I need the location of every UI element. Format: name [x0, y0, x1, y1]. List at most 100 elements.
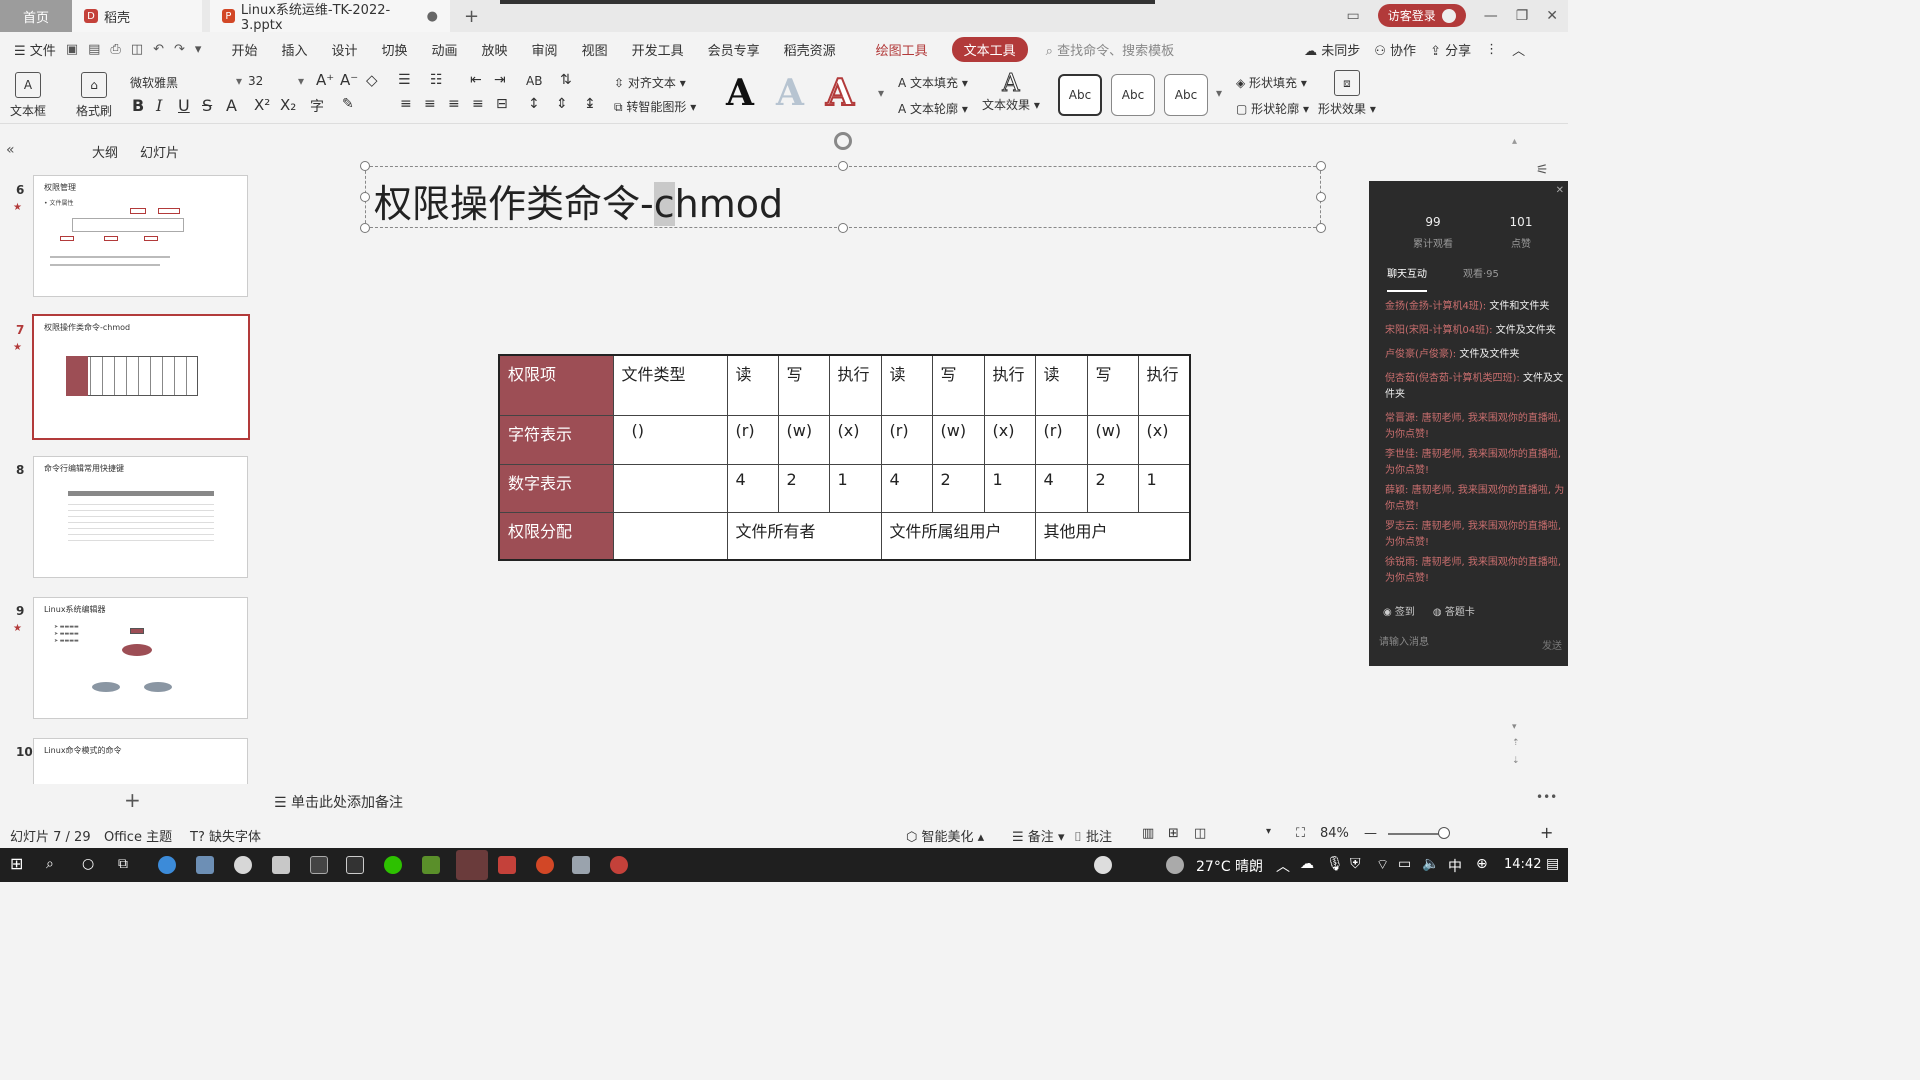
menu-view[interactable]: 视图 [582, 40, 608, 59]
menu-insert[interactable]: 插入 [281, 40, 307, 59]
text-style-black-icon[interactable]: A [726, 72, 754, 114]
table-cell[interactable]: 文件所属组用户 [880, 511, 1036, 561]
text-fill-button[interactable]: A 文本填充 ▾ [898, 74, 968, 91]
print-icon[interactable]: ⎙ [110, 42, 120, 57]
collapse-ribbon-icon[interactable]: ︿ [1512, 40, 1525, 59]
export-icon[interactable]: ▤ [88, 42, 100, 57]
window-layout-icon[interactable]: ▭ [1346, 8, 1359, 24]
tray-expand-icon[interactable]: ︿ [1276, 856, 1290, 876]
italic-icon[interactable]: I [156, 96, 162, 115]
phonetic-icon[interactable]: 字 [310, 96, 324, 116]
app-icon[interactable] [498, 856, 516, 874]
clear-format-icon[interactable]: ◇ [366, 71, 378, 89]
settings-slider-icon[interactable]: ⚟ [1536, 162, 1549, 178]
close-icon[interactable]: ✕ [1556, 185, 1564, 196]
table-cell[interactable]: 权限分配 [498, 511, 614, 561]
onedrive-icon[interactable]: ☁ [1300, 856, 1314, 872]
table-cell[interactable]: 执行 [828, 354, 882, 416]
superscript-icon[interactable]: X² [254, 96, 270, 114]
slide-thumbnail[interactable]: Linux系统编辑器 ➤ ▬▬▬▬ ➤ ▬▬▬▬ ➤ ▬▬▬▬ [33, 597, 248, 719]
smart-art-button[interactable]: ⧉ 转智能图形 ▾ [614, 98, 696, 115]
table-cell[interactable]: 1 [1137, 463, 1191, 513]
app-icon[interactable] [272, 856, 290, 874]
app-icon[interactable] [422, 856, 440, 874]
font-name-dropdown-icon[interactable]: ▾ [236, 74, 242, 88]
add-slide-icon[interactable]: + [124, 788, 141, 812]
distribute-icon[interactable]: ⊟ [496, 96, 508, 112]
format-painter-button[interactable]: ⌂ 格式刷 [76, 72, 112, 119]
align-left-icon[interactable]: ≡ [400, 96, 412, 112]
menu-slideshow[interactable]: 放映 [482, 40, 508, 59]
restore-icon[interactable]: ❐ [1516, 8, 1529, 24]
shape-style-2[interactable]: Abc [1111, 74, 1155, 116]
table-cell[interactable]: () [612, 414, 728, 465]
table-cell[interactable] [612, 511, 728, 561]
outdent-icon[interactable]: ⇤ [470, 72, 482, 88]
menu-animation[interactable]: 动画 [432, 40, 458, 59]
table-cell[interactable]: 4 [726, 463, 779, 513]
table-cell[interactable]: (w) [1086, 414, 1139, 465]
customize-icon[interactable]: ▾ [195, 42, 202, 57]
menu-file[interactable]: ☰ 文件 [14, 40, 56, 59]
table-cell[interactable]: (r) [726, 414, 779, 465]
notes-button[interactable]: ☰ 备注 ▾ [1012, 826, 1064, 845]
table-cell[interactable]: (r) [1034, 414, 1088, 465]
align-right-icon[interactable]: ≡ [448, 96, 460, 112]
table-cell[interactable]: 文件类型 [612, 354, 728, 416]
text-effect-button[interactable]: A 文本效果 ▾ [982, 70, 1040, 113]
shape-effect-button[interactable]: ⧈ 形状效果 ▾ [1318, 70, 1376, 117]
sort-icon[interactable]: ⇅ [560, 72, 572, 88]
minimize-icon[interactable]: — [1484, 8, 1498, 24]
volume-icon[interactable]: 🔈 [1422, 856, 1439, 872]
font-color-icon[interactable]: A [226, 96, 237, 115]
wps-taskbar-active[interactable] [456, 850, 488, 880]
menu-developer[interactable]: 开发工具 [632, 40, 684, 59]
table-cell[interactable]: (w) [777, 414, 830, 465]
resize-handle[interactable] [360, 161, 370, 171]
table-cell[interactable]: 写 [777, 354, 830, 416]
app-icon[interactable] [346, 856, 364, 874]
indent-icon[interactable]: ⇥ [494, 72, 506, 88]
sync-button[interactable]: ☁ 未同步 [1304, 40, 1360, 59]
scroll-down-icon[interactable]: ▾ [1512, 722, 1517, 732]
table-cell[interactable]: 读 [880, 354, 933, 416]
para-spacing-icon[interactable]: ⇕ [556, 96, 568, 112]
play-dropdown-icon[interactable]: ▾ [1266, 826, 1271, 837]
send-button[interactable]: 发送 [1542, 637, 1562, 652]
battery-icon[interactable]: ▭ [1398, 856, 1411, 872]
text-style-gray-icon[interactable]: A [776, 72, 804, 114]
preview-icon[interactable]: ◫ [131, 42, 143, 57]
new-tab-icon[interactable]: + [464, 6, 479, 27]
table-cell[interactable]: 2 [777, 463, 830, 513]
collapse-panel-icon[interactable]: « [6, 142, 15, 158]
menu-member[interactable]: 会员专享 [708, 40, 760, 59]
tab-docer[interactable]: D 稻壳 [72, 0, 202, 32]
resize-handle[interactable] [1316, 192, 1326, 202]
wechat-icon[interactable] [384, 856, 402, 874]
menu-review[interactable]: 审阅 [532, 40, 558, 59]
table-cell[interactable]: 执行 [1137, 354, 1191, 416]
more-icon[interactable]: ⋮ [1485, 42, 1498, 57]
table-cell[interactable]: (w) [931, 414, 985, 465]
font-size-dropdown-icon[interactable]: ▾ [298, 74, 304, 88]
menu-design[interactable]: 设计 [331, 40, 357, 59]
tab-watchers[interactable]: 观看·95 [1463, 265, 1499, 292]
app-icon[interactable] [310, 856, 328, 874]
numbered-list-icon[interactable]: ☷ [430, 72, 443, 88]
zoom-in-icon[interactable]: + [1540, 823, 1553, 842]
ime-mode-icon[interactable]: ⊕ [1476, 856, 1488, 872]
share-button[interactable]: ⇪ 分享 [1430, 40, 1471, 59]
subscript-icon[interactable]: X₂ [280, 96, 296, 114]
bold-icon[interactable]: B [132, 96, 144, 115]
visitor-login-button[interactable]: 访客登录 [1377, 4, 1466, 27]
windows-start-icon[interactable]: ⊞ [10, 854, 23, 873]
resize-handle[interactable] [360, 223, 370, 233]
table-cell[interactable]: 读 [726, 354, 779, 416]
line-spacing-icon[interactable]: ↕ [528, 96, 540, 112]
align-text-button[interactable]: ⇳ 对齐文本 ▾ [614, 74, 686, 91]
tab-chat[interactable]: 聊天互动 [1387, 265, 1427, 292]
text-direction-icon[interactable]: AB [526, 74, 542, 88]
slide-thumbnail[interactable]: 命令行编辑常用快捷键 [33, 456, 248, 578]
tab-document[interactable]: P Linux系统运维-TK-2022-3.pptx ● [210, 0, 450, 33]
table-cell[interactable]: 写 [931, 354, 985, 416]
